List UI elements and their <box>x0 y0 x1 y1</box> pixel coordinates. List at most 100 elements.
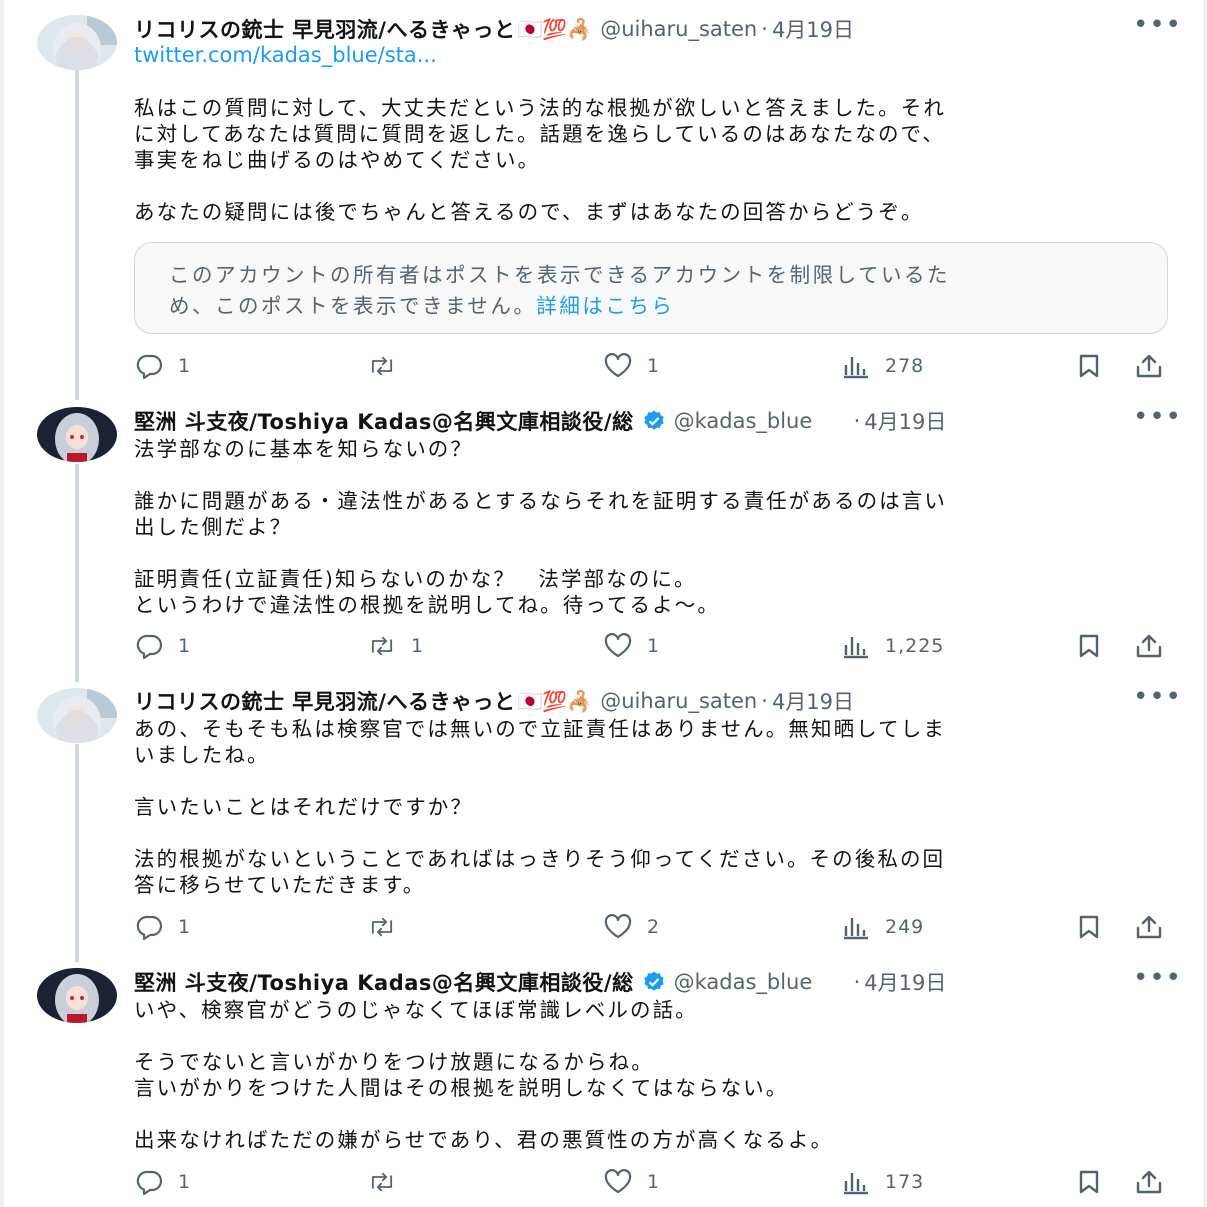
repost-count: 1 <box>411 635 425 657</box>
bookmark-icon <box>1079 634 1099 658</box>
user-handle[interactable]: @uiharu_saten <box>600 17 757 41</box>
avatar[interactable] <box>37 15 117 70</box>
reply-button[interactable]: 1 <box>134 631 191 661</box>
display-name[interactable]: リコリスの銃士 早見羽流/へるきゃっと <box>134 686 515 716</box>
bookmark-icon <box>1079 915 1099 939</box>
timestamp[interactable]: 4月19日 <box>772 14 854 44</box>
more-options-icon[interactable]: ••• <box>1133 12 1181 42</box>
views-button[interactable]: 173 <box>841 1167 924 1197</box>
user-handle[interactable]: @uiharu_saten <box>600 689 757 713</box>
like-button[interactable]: 1 <box>603 351 660 381</box>
repost-icon <box>371 636 393 656</box>
avatar-image <box>37 688 117 743</box>
like-count: 1 <box>647 635 661 657</box>
more-options-icon[interactable]: ••• <box>1133 965 1181 995</box>
heart-icon <box>604 1169 632 1194</box>
thread-connector <box>75 744 79 962</box>
views-button[interactable]: 1,225 <box>841 631 944 661</box>
bookmark-button[interactable] <box>1074 631 1104 661</box>
text-line: 事実をねじ曲げるのはやめてください。 <box>134 148 541 172</box>
repost-icon <box>371 917 393 937</box>
tweet-header: リコリスの銃士 早見羽流/へるきゃっと 🇯🇵💯🦂 @uiharu_saten ·… <box>134 684 1181 716</box>
quoted-post-unavailable: このアカウントの所有者はポストを表示できるアカウントを制限しているた め、このポ… <box>134 242 1168 334</box>
more-options-icon[interactable]: ••• <box>1133 684 1181 714</box>
action-bar: 1 1 278 <box>134 351 1174 381</box>
reply-button[interactable]: 1 <box>134 912 191 942</box>
share-icon <box>1136 1170 1162 1194</box>
right-edge <box>1203 0 1207 1207</box>
tweet-link[interactable]: twitter.com/kadas_blue/sta... <box>134 43 437 67</box>
verified-badge-icon <box>643 410 664 430</box>
avatar-image <box>37 968 117 1023</box>
timestamp[interactable]: 4月19日 <box>772 686 854 716</box>
separator-dot: · <box>761 17 768 41</box>
repost-button[interactable] <box>367 912 411 942</box>
like-button[interactable]: 2 <box>603 912 660 942</box>
left-edge <box>0 0 4 1207</box>
text-line: 言いがかりをつけた人間はその根拠を説明しなくてはならない。 <box>134 1076 789 1100</box>
text-line: いましたね。 <box>134 743 270 767</box>
display-name[interactable]: 堅洲 斗支夜/Toshiya Kadas@名興文庫相談役/総 <box>134 406 634 436</box>
reply-button[interactable]: 1 <box>134 1167 191 1197</box>
text-line: あなたの疑問には後でちゃんと答えるので、まずはあなたの回答からどうぞ。 <box>134 200 924 224</box>
share-button[interactable] <box>1134 1167 1164 1197</box>
analytics-icon <box>844 1173 868 1195</box>
display-name[interactable]: 堅洲 斗支夜/Toshiya Kadas@名興文庫相談役/総 <box>134 967 634 997</box>
analytics-icon <box>844 357 868 379</box>
views-button[interactable]: 249 <box>841 912 924 942</box>
tweet-header: リコリスの銃士 早見羽流/へるきゃっと 🇯🇵💯🦂 @uiharu_saten ·… <box>134 12 1181 44</box>
text-line: 証明責任(立証責任)知らないのかな？ 法学部なのに。 <box>134 567 697 591</box>
tweet-header: 堅洲 斗支夜/Toshiya Kadas@名興文庫相談役/総 @kadas_bl… <box>134 404 1181 436</box>
repost-button[interactable] <box>367 351 411 381</box>
bookmark-button[interactable] <box>1074 351 1104 381</box>
avatar[interactable] <box>37 968 117 1023</box>
text-line: 言いたいことはそれだけですか？ <box>134 795 473 819</box>
bookmark-button[interactable] <box>1074 912 1104 942</box>
share-button[interactable] <box>1134 631 1164 661</box>
share-button[interactable] <box>1134 351 1164 381</box>
user-handle[interactable]: @kadas_blue <box>674 970 850 994</box>
avatar[interactable] <box>37 688 117 743</box>
quote-line: このアカウントの所有者はポストを表示できるアカウントを制限しているた <box>169 263 950 287</box>
text-line: 出来なければただの嫌がらせであり、君の悪質性の方が高くなるよ。 <box>134 1128 834 1152</box>
learn-more-link[interactable]: 詳細はこちら <box>536 294 674 318</box>
avatar[interactable] <box>37 407 117 462</box>
text-line: 誰かに問題がある・違法性があるとするならそれを証明する責任があるのは言い <box>134 489 947 513</box>
reply-count: 1 <box>178 916 192 938</box>
reply-button[interactable]: 1 <box>134 351 191 381</box>
reply-icon <box>136 915 163 940</box>
like-button[interactable]: 1 <box>603 631 660 661</box>
text-line: 私はこの質問に対して、大丈夫だという法的な根拠が欲しいと答えました。それ <box>134 96 946 120</box>
display-name[interactable]: リコリスの銃士 早見羽流/へるきゃっと <box>134 14 515 44</box>
thread-connector <box>75 70 79 400</box>
quote-line: め、このポストを表示できません。詳細はこちら <box>169 291 1133 322</box>
views-button[interactable]: 278 <box>841 351 924 381</box>
share-icon <box>1136 354 1162 378</box>
heart-icon <box>604 353 632 378</box>
timestamp[interactable]: 4月19日 <box>864 406 946 436</box>
avatar-image <box>37 407 117 462</box>
repost-button[interactable]: 1 <box>367 631 424 661</box>
name-emoji: 🇯🇵💯🦂 <box>517 689 593 713</box>
timestamp[interactable]: 4月19日 <box>864 967 946 997</box>
bookmark-button[interactable] <box>1074 1167 1104 1197</box>
action-bar: 1 2 249 <box>134 912 1174 942</box>
tweet-text: 私はこの質問に対して、大丈夫だという法的な根拠が欲しいと答えました。それ に対し… <box>134 95 1164 225</box>
repost-icon <box>371 1172 393 1192</box>
more-options-icon[interactable]: ••• <box>1133 404 1181 434</box>
like-button[interactable]: 1 <box>603 1167 660 1197</box>
repost-button[interactable] <box>367 1167 411 1197</box>
like-count: 2 <box>647 916 661 938</box>
reply-count: 1 <box>178 1171 192 1193</box>
share-button[interactable] <box>1134 912 1164 942</box>
separator-dot: · <box>761 689 768 713</box>
heart-icon <box>604 914 632 939</box>
tweet-header: 堅洲 斗支夜/Toshiya Kadas@名興文庫相談役/総 @kadas_bl… <box>134 965 1181 997</box>
avatar-image <box>37 15 117 70</box>
bookmark-icon <box>1079 354 1099 378</box>
share-icon <box>1136 634 1162 658</box>
action-bar: 1 1 173 <box>134 1167 1174 1197</box>
action-bar: 1 1 1 1,225 <box>134 631 1174 661</box>
user-handle[interactable]: @kadas_blue <box>674 409 850 433</box>
text-line: そうでないと言いがかりをつけ放題になるからね。 <box>134 1050 654 1074</box>
